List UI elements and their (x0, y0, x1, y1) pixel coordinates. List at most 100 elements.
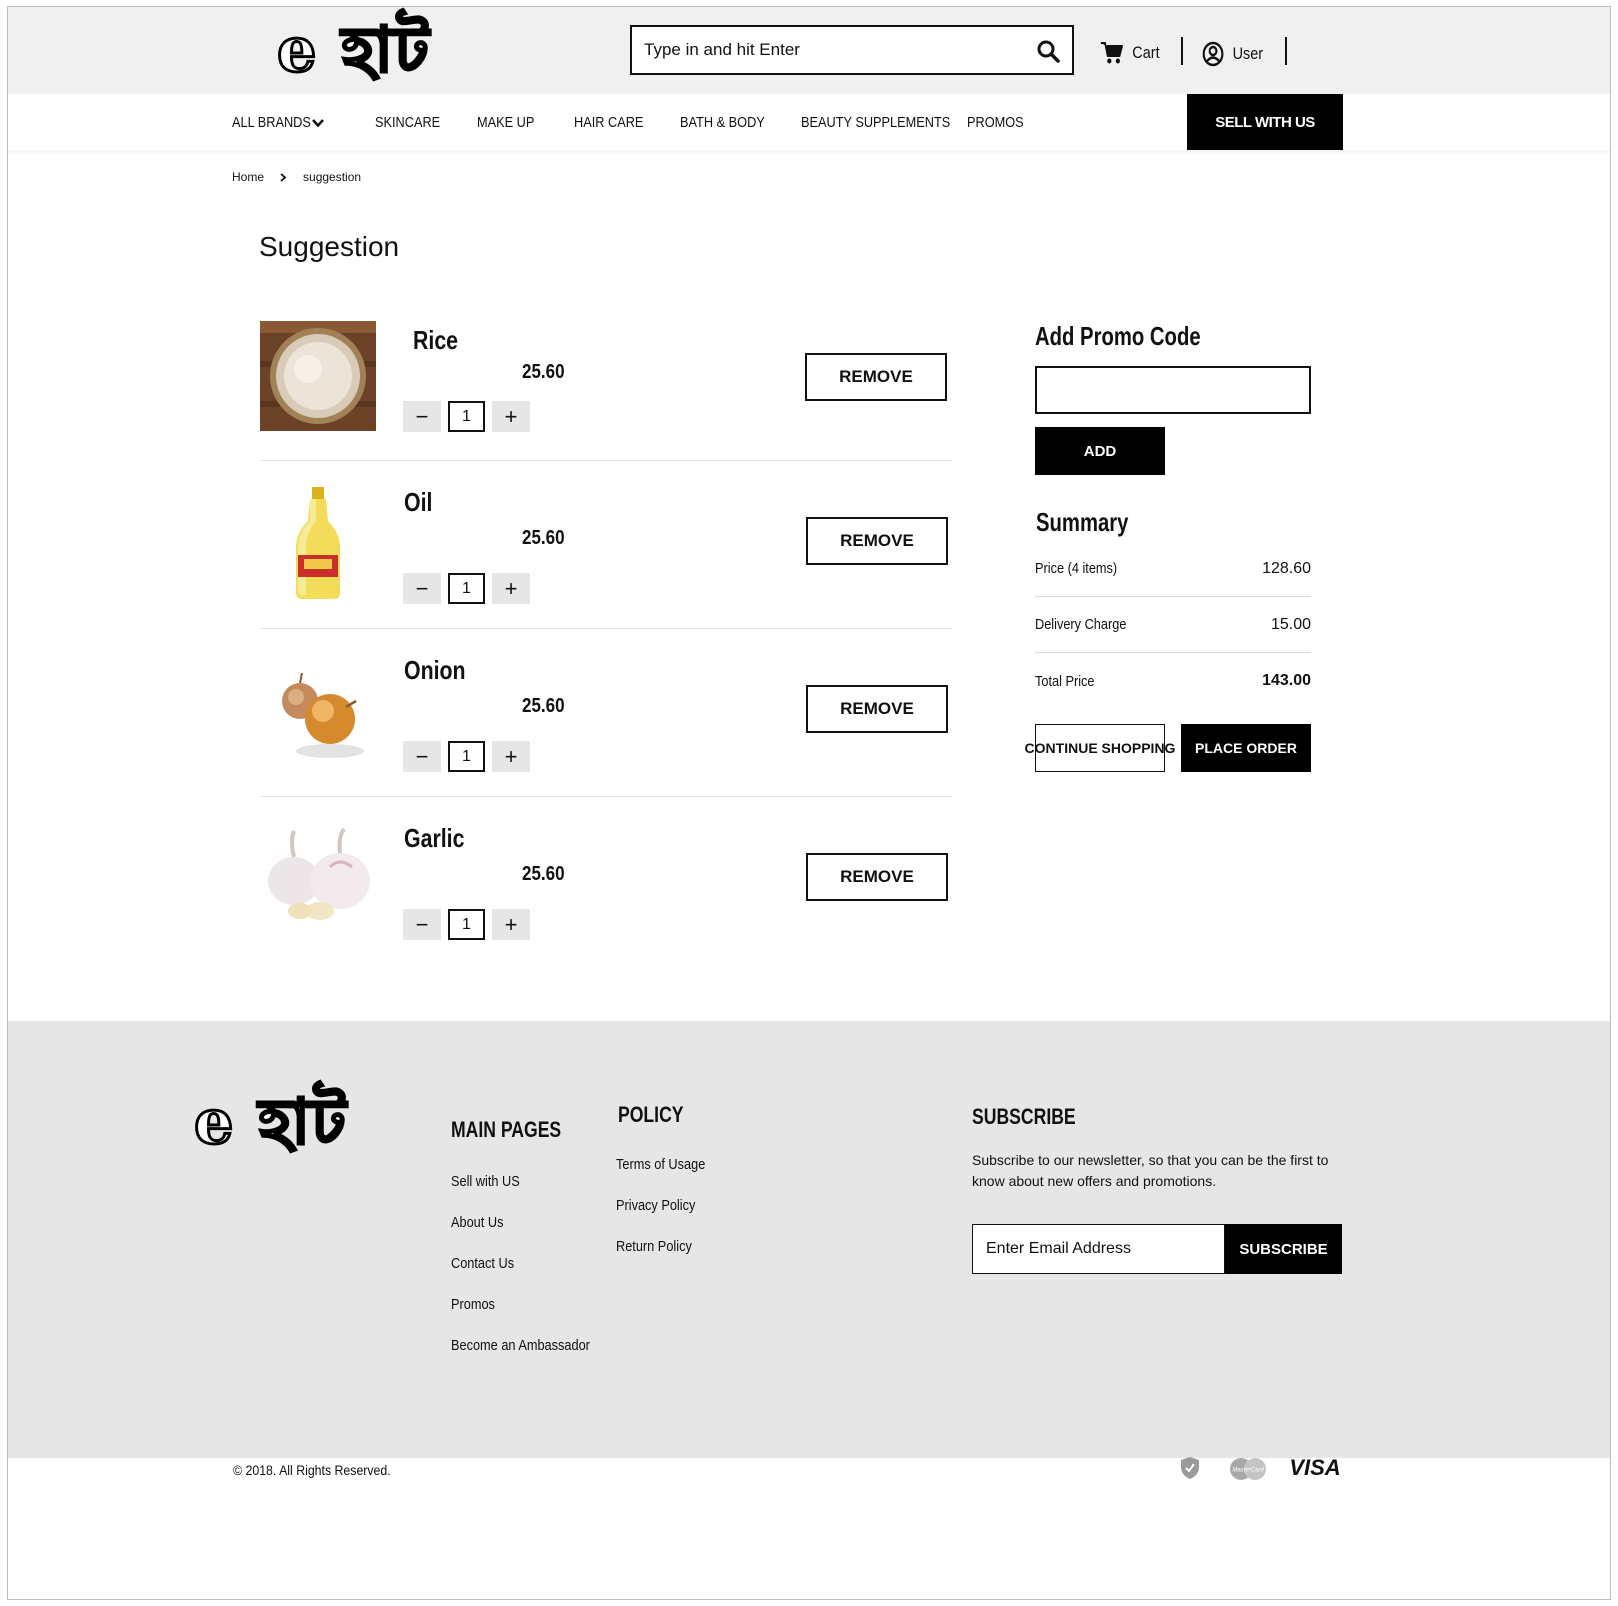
svg-text:VISA: VISA (1289, 1455, 1340, 1480)
remove-button[interactable]: REMOVE (806, 853, 948, 901)
oil-image (296, 487, 340, 599)
header-divider (1181, 37, 1183, 65)
cart-item: Onion 25.60 − 1 + REMOVE (260, 629, 952, 797)
quantity-value[interactable]: 1 (448, 401, 485, 432)
nav-all-brands[interactable]: ALL BRANDS (232, 114, 311, 131)
nav-make-up[interactable]: MAKE UP (477, 114, 534, 131)
main-pages-title: MAIN PAGES (451, 1117, 562, 1142)
mastercard-icon: MasterCard (1230, 1458, 1266, 1480)
nav-bath-body[interactable]: BATH & BODY (680, 114, 765, 131)
delivery-value: 15.00 (1270, 615, 1311, 633)
summary-price-row: Price (4 items) 128.60 (1035, 541, 1311, 597)
item-name: Rice (413, 325, 459, 355)
quantity-stepper: − 1 + (403, 401, 530, 432)
nav-beauty-supplements[interactable]: BEAUTY SUPPLEMENTS (801, 114, 950, 131)
shield-icon (1181, 1457, 1199, 1479)
site-logo[interactable]: e হাট (275, 7, 430, 93)
delivery-label: Delivery Charge (1035, 616, 1127, 633)
chevron-right-icon (280, 172, 287, 182)
nav-skincare[interactable]: SKINCARE (375, 114, 440, 131)
visa-icon: VISA (1289, 1455, 1340, 1480)
subscribe-button[interactable]: SUBSCRIBE (1225, 1224, 1342, 1274)
item-price: 25.60 (522, 863, 565, 885)
decrease-quantity-button[interactable]: − (403, 573, 441, 604)
header-divider (1285, 37, 1287, 65)
footer-link-privacy[interactable]: Privacy Policy (616, 1197, 695, 1214)
price-value: 128.60 (1262, 559, 1311, 577)
decrease-quantity-button[interactable]: − (403, 741, 441, 772)
increase-quantity-button[interactable]: + (492, 741, 530, 772)
promo-code-title: Add Promo Code (1035, 321, 1201, 351)
footer-link-sell[interactable]: Sell with US (451, 1173, 520, 1190)
search-icon[interactable] (1036, 39, 1060, 63)
decrease-quantity-button[interactable]: − (403, 909, 441, 940)
subscribe-form: SUBSCRIBE (972, 1224, 1342, 1274)
page-frame: e হাট Cart User (7, 6, 1611, 1600)
breadcrumb-current: suggestion (303, 170, 362, 184)
total-label: Total Price (1035, 672, 1095, 690)
policy-title: POLICY (618, 1102, 684, 1127)
user-link[interactable]: User (1202, 41, 1263, 67)
footer-link-ambassador[interactable]: Become an Ambassador (451, 1337, 590, 1354)
summary-total-row: Total Price 143.00 (1035, 653, 1311, 709)
cart-link[interactable]: Cart (1100, 41, 1160, 65)
total-value: 143.00 (1262, 672, 1311, 689)
user-label: User (1232, 44, 1264, 63)
search-input[interactable] (644, 35, 1014, 65)
footer-link-promos[interactable]: Promos (451, 1296, 495, 1313)
increase-quantity-button[interactable]: + (492, 909, 530, 940)
copyright-text: © 2018. All Rights Reserved. (233, 1462, 391, 1478)
item-name: Oil (404, 487, 433, 517)
search-box (630, 25, 1074, 75)
cart-item: Oil 25.60 − 1 + REMOVE (260, 461, 952, 629)
quantity-value[interactable]: 1 (448, 741, 485, 772)
svg-text:MasterCard: MasterCard (1232, 1468, 1264, 1474)
page-title: Suggestion (259, 231, 400, 262)
increase-quantity-button[interactable]: + (492, 573, 530, 604)
remove-button[interactable]: REMOVE (806, 517, 948, 565)
rice-image (260, 321, 376, 431)
summary-title: Summary (1036, 507, 1129, 537)
top-bar: e হাট Cart User (8, 7, 1610, 94)
increase-quantity-button[interactable]: + (492, 401, 530, 432)
breadcrumb: Home suggestion (232, 170, 361, 184)
item-price: 25.60 (522, 361, 565, 383)
email-field[interactable] (972, 1224, 1225, 1274)
chevron-down-icon[interactable] (312, 119, 324, 128)
cart-icon (1100, 42, 1123, 64)
quantity-stepper: − 1 + (403, 573, 530, 604)
garlic-image (268, 827, 370, 920)
user-icon (1202, 41, 1224, 67)
sell-with-us-button[interactable]: SELL WITH US (1187, 94, 1343, 150)
item-name: Garlic (404, 823, 465, 853)
item-price: 25.60 (522, 527, 565, 549)
nav-hair-care[interactable]: HAIR CARE (574, 114, 643, 131)
footer-link-contact[interactable]: Contact Us (451, 1255, 514, 1272)
footer-link-terms[interactable]: Terms of Usage (616, 1156, 705, 1173)
main-nav: ALL BRANDS SKINCARE MAKE UP HAIR CARE BA… (8, 94, 1610, 150)
quantity-stepper: − 1 + (403, 741, 530, 772)
onion-image (282, 672, 364, 758)
cart-item: Rice 25.60 − 1 + REMOVE (260, 321, 952, 461)
footer-logo[interactable]: e হাট (192, 1079, 347, 1165)
remove-button[interactable]: REMOVE (806, 685, 948, 733)
footer-link-return[interactable]: Return Policy (616, 1238, 692, 1255)
place-order-button[interactable]: PLACE ORDER (1181, 724, 1311, 772)
footer-link-about[interactable]: About Us (451, 1214, 503, 1231)
decrease-quantity-button[interactable]: − (403, 401, 441, 432)
price-label: Price (4 items) (1035, 560, 1118, 577)
continue-shopping-button[interactable]: CONTINUE SHOPPING (1025, 724, 1175, 772)
subscribe-description: Subscribe to our newsletter, so that you… (972, 1152, 1329, 1189)
remove-button[interactable]: REMOVE (805, 353, 947, 401)
item-price: 25.60 (522, 695, 565, 717)
quantity-value[interactable]: 1 (448, 909, 485, 940)
breadcrumb-home[interactable]: Home (232, 170, 264, 184)
item-name: Onion (404, 655, 466, 685)
quantity-value[interactable]: 1 (448, 573, 485, 604)
nav-promos[interactable]: PROMOS (967, 114, 1024, 131)
quantity-stepper: − 1 + (403, 909, 530, 940)
cart-item: Garlic 25.60 − 1 + REMOVE (260, 797, 952, 965)
promo-code-input[interactable] (1035, 366, 1311, 414)
add-promo-button[interactable]: ADD (1035, 427, 1165, 475)
subscribe-title: SUBSCRIBE (972, 1104, 1076, 1129)
